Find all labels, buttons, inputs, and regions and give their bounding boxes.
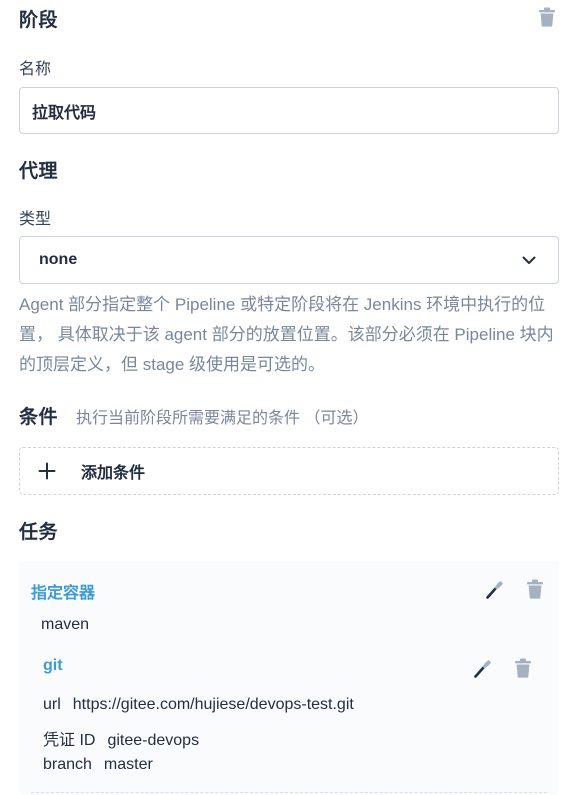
git-task-divider: [31, 792, 547, 793]
git-param-row: 凭证 ID gitee-devops: [43, 726, 199, 750]
agent-section-title: 代理: [19, 161, 59, 182]
wrench-icon: [486, 581, 503, 599]
stage-section-title: 阶段: [19, 10, 59, 31]
name-label: 名称: [19, 61, 52, 78]
trash-icon: [527, 579, 543, 599]
git-param-row: branch master: [43, 756, 153, 774]
trash-icon: [539, 7, 555, 27]
stage-name-value: 拉取代码: [32, 104, 97, 122]
git-param-value: master: [103, 756, 153, 773]
git-param-row: url https://gitee.com/hujiese/devops-test…: [43, 696, 354, 714]
edit-git-button[interactable]: [471, 656, 495, 680]
container-task-panel: 指定容器 maven git url https://gitee.com/huji…: [19, 561, 559, 795]
chevron-down-icon: [522, 256, 536, 264]
plus-icon: [38, 462, 56, 480]
git-param-key: 凭证 ID: [43, 732, 96, 749]
trash-icon: [515, 658, 531, 678]
edit-container-button[interactable]: [483, 577, 507, 601]
delete-git-button[interactable]: [511, 656, 535, 680]
delete-stage-button[interactable]: [535, 5, 559, 29]
stage-name-input[interactable]: 拉取代码: [19, 87, 559, 134]
wrench-icon: [474, 660, 491, 678]
git-param-value: https://gitee.com/hujiese/devops-test.gi…: [72, 696, 354, 713]
git-param-key: url: [43, 696, 61, 713]
delete-container-button[interactable]: [523, 577, 547, 601]
git-task-title: git: [43, 657, 63, 674]
add-condition-label: 添加条件: [81, 465, 146, 482]
git-param-value: gitee-devops: [107, 732, 200, 749]
agent-description: Agent 部分指定整个 Pipeline 或特定阶段将在 Jenkins 环境…: [19, 295, 554, 374]
git-param-key: branch: [43, 756, 92, 773]
agent-type-value: none: [39, 251, 78, 268]
container-value: maven: [41, 616, 90, 633]
conditions-hint: 执行当前阶段所需要满足的条件 （可选）: [76, 410, 369, 427]
add-condition-button[interactable]: 添加条件: [19, 447, 559, 495]
type-label: 类型: [19, 211, 52, 228]
agent-type-select[interactable]: none: [19, 236, 559, 284]
tasks-section-title: 任务: [19, 522, 59, 543]
container-task-title: 指定容器: [31, 585, 96, 602]
conditions-section-title: 条件: [19, 407, 59, 428]
